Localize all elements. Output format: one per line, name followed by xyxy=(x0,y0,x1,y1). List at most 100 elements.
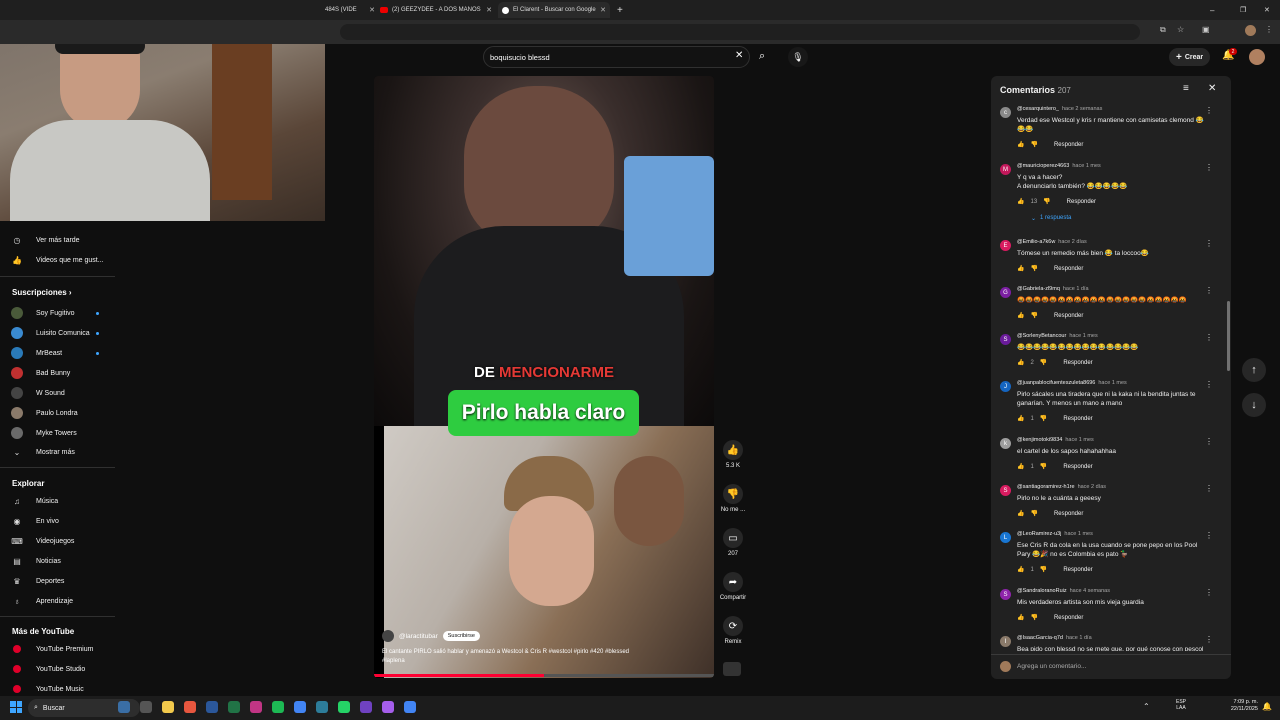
excel-icon[interactable] xyxy=(228,701,240,713)
star-icon[interactable]: ☆ xyxy=(1177,25,1184,34)
commenter-avatar[interactable]: E xyxy=(1000,240,1011,251)
sidebar-item-explore[interactable]: ▤ Noticias xyxy=(0,552,115,570)
comment-author[interactable]: @cesarquintero_ xyxy=(1017,106,1059,112)
comment-action[interactable]: ▭ 207 xyxy=(716,528,750,557)
search-input[interactable]: boquisucio blessd xyxy=(483,46,750,68)
comment-menu-icon[interactable]: ⋮ xyxy=(1205,588,1213,597)
reply-button[interactable]: Responder xyxy=(1054,142,1083,148)
commenter-avatar[interactable]: S xyxy=(1000,589,1011,600)
maximize-button[interactable]: ❐ xyxy=(1240,2,1250,18)
dislike-icon[interactable]: 👎 xyxy=(1040,566,1047,573)
commenter-avatar[interactable]: S xyxy=(1000,485,1011,496)
arrow-up-icon[interactable]: ↑ xyxy=(1242,358,1266,382)
dislike-icon[interactable]: 👎 xyxy=(1040,463,1047,470)
close-icon[interactable]: ✕ xyxy=(486,6,492,14)
new-tab-button[interactable]: + xyxy=(617,2,627,18)
commenter-avatar[interactable]: L xyxy=(1000,532,1011,543)
reply-button[interactable]: Responder xyxy=(1063,567,1092,573)
comment-author[interactable]: @kenjimotoki9834 xyxy=(1017,437,1062,443)
reply-button[interactable]: Responder xyxy=(1063,360,1092,366)
comment-author[interactable]: @LeoRamirez-u3j xyxy=(1017,531,1061,537)
arrow-down-icon[interactable]: ↓ xyxy=(1242,393,1266,417)
view-replies-button[interactable]: ⌄ 1 respuesta xyxy=(1031,215,1071,222)
sidebar-item-subscription[interactable]: Soy Fugitivo xyxy=(0,304,115,322)
show-more-button[interactable]: ⌄ Mostrar más xyxy=(0,443,115,461)
remix-action[interactable]: ⟳ Remix xyxy=(716,616,750,645)
like-icon[interactable]: 👍 xyxy=(1017,198,1024,205)
close-icon[interactable]: ✕ xyxy=(600,6,606,14)
comment-author[interactable]: @santiagoramirez-h1re xyxy=(1017,484,1075,490)
comment-menu-icon[interactable]: ⋮ xyxy=(1205,239,1213,248)
cast-icon[interactable]: ⧉ xyxy=(1160,25,1166,35)
comment-menu-icon[interactable]: ⋮ xyxy=(1205,437,1213,446)
scrollbar-thumb[interactable] xyxy=(1227,301,1230,371)
sidebar-item-subscription[interactable]: W Sound xyxy=(0,384,115,402)
sidebar-item-liked[interactable]: 👍 Videos que me gust... xyxy=(0,251,115,269)
sidebar-item-subscription[interactable]: Bad Bunny xyxy=(0,364,115,382)
reply-button[interactable]: Responder xyxy=(1063,464,1092,470)
comment-menu-icon[interactable]: ⋮ xyxy=(1205,106,1213,115)
notification-bell-icon[interactable]: 🔔 xyxy=(1262,702,1272,711)
commenter-avatar[interactable]: k xyxy=(1000,438,1011,449)
clear-search-icon[interactable]: ✕ xyxy=(735,50,743,61)
commenter-avatar[interactable]: G xyxy=(1000,287,1011,298)
close-icon[interactable]: ✕ xyxy=(1208,83,1216,94)
comment-menu-icon[interactable]: ⋮ xyxy=(1205,333,1213,342)
browser-tab[interactable]: 484S (VIDE ✕ xyxy=(325,2,375,18)
like-icon[interactable]: 👍 xyxy=(1017,510,1024,517)
dislike-icon[interactable]: 👎 xyxy=(1043,198,1050,205)
profile-avatar[interactable] xyxy=(1245,25,1256,36)
sidebar-item-subscription[interactable]: Paulo Londra xyxy=(0,404,115,422)
instagram-icon[interactable] xyxy=(250,701,262,713)
dislike-icon[interactable]: 👎 xyxy=(1030,141,1037,148)
close-icon[interactable]: ✕ xyxy=(369,6,375,14)
microphone-icon[interactable]: 🎙 xyxy=(788,47,808,67)
close-window-button[interactable]: ✕ xyxy=(1264,2,1274,18)
like-icon[interactable]: 👍 xyxy=(1017,415,1024,422)
audio-thumbnail[interactable] xyxy=(723,662,741,676)
widgets-icon[interactable] xyxy=(118,701,130,713)
dislike-icon[interactable]: 👎 xyxy=(1040,359,1047,366)
sidebar-item-subscription[interactable]: MrBeast xyxy=(0,344,115,362)
browser-tab[interactable]: (2) GEEZYDEE - A DOS MANOS ✕ xyxy=(380,2,492,18)
like-icon[interactable]: 👍 xyxy=(1017,359,1024,366)
like-icon[interactable]: 👍 xyxy=(1017,141,1024,148)
comment-author[interactable]: @SorlenyBetancour xyxy=(1017,333,1066,339)
sidebar-item-watch-later[interactable]: ◷ Ver más tarde xyxy=(0,231,115,249)
commenter-avatar[interactable]: M xyxy=(1000,164,1011,175)
shorts-video-player[interactable]: DE MENCIONARME Pirlo habla claro @laract… xyxy=(374,76,714,678)
account-avatar[interactable] xyxy=(1249,49,1265,65)
menu-icon[interactable]: ⋮ xyxy=(1265,25,1273,34)
comment-menu-icon[interactable]: ⋮ xyxy=(1205,163,1213,172)
comment-author[interactable]: @Emilio-a7k6w xyxy=(1017,239,1055,245)
comment-author[interactable]: @Gabriela-zl9mq xyxy=(1017,286,1060,292)
discord-icon[interactable] xyxy=(360,701,372,713)
reply-button[interactable]: Responder xyxy=(1054,615,1083,621)
comment-author[interactable]: @mauricioperez4663 xyxy=(1017,163,1069,169)
channel-avatar[interactable] xyxy=(382,630,394,642)
comment-menu-icon[interactable]: ⋮ xyxy=(1205,635,1213,644)
dislike-icon[interactable]: 👎 xyxy=(1030,312,1037,319)
commenter-avatar[interactable]: J xyxy=(1000,381,1011,392)
sidebar-item-subscription[interactable]: Myke Towers xyxy=(0,424,115,442)
start-icon[interactable] xyxy=(10,701,22,713)
reply-button[interactable]: Responder xyxy=(1063,416,1092,422)
browser-tab-active[interactable]: El Clarent - Buscar con Google ✕ xyxy=(498,2,610,18)
share-action[interactable]: ➦ Compartir xyxy=(716,572,750,601)
sidebar-item-explore[interactable]: ⌨ Videojuegos xyxy=(0,532,115,550)
commenter-avatar[interactable]: S xyxy=(1000,334,1011,345)
like-icon[interactable]: 👍 xyxy=(1017,614,1024,621)
comment-menu-icon[interactable]: ⋮ xyxy=(1205,380,1213,389)
sidebar-item-subscription[interactable]: Luisito Comunica xyxy=(0,324,115,342)
address-field[interactable] xyxy=(340,24,1140,40)
reply-button[interactable]: Responder xyxy=(1054,313,1083,319)
sidebar-item-explore[interactable]: ♛ Deportes xyxy=(0,572,115,590)
whatsapp-icon[interactable] xyxy=(338,701,350,713)
sidebar-item-more[interactable]: YouTube Premium xyxy=(0,640,115,658)
chrome-icon[interactable] xyxy=(294,701,306,713)
dislike-icon[interactable]: 👎 xyxy=(1040,415,1047,422)
dislike-icon[interactable]: 👎 xyxy=(1030,614,1037,621)
add-comment-input[interactable]: Agrega un comentario... xyxy=(1017,663,1086,670)
reply-button[interactable]: Responder xyxy=(1054,511,1083,517)
comment-menu-icon[interactable]: ⋮ xyxy=(1205,531,1213,540)
